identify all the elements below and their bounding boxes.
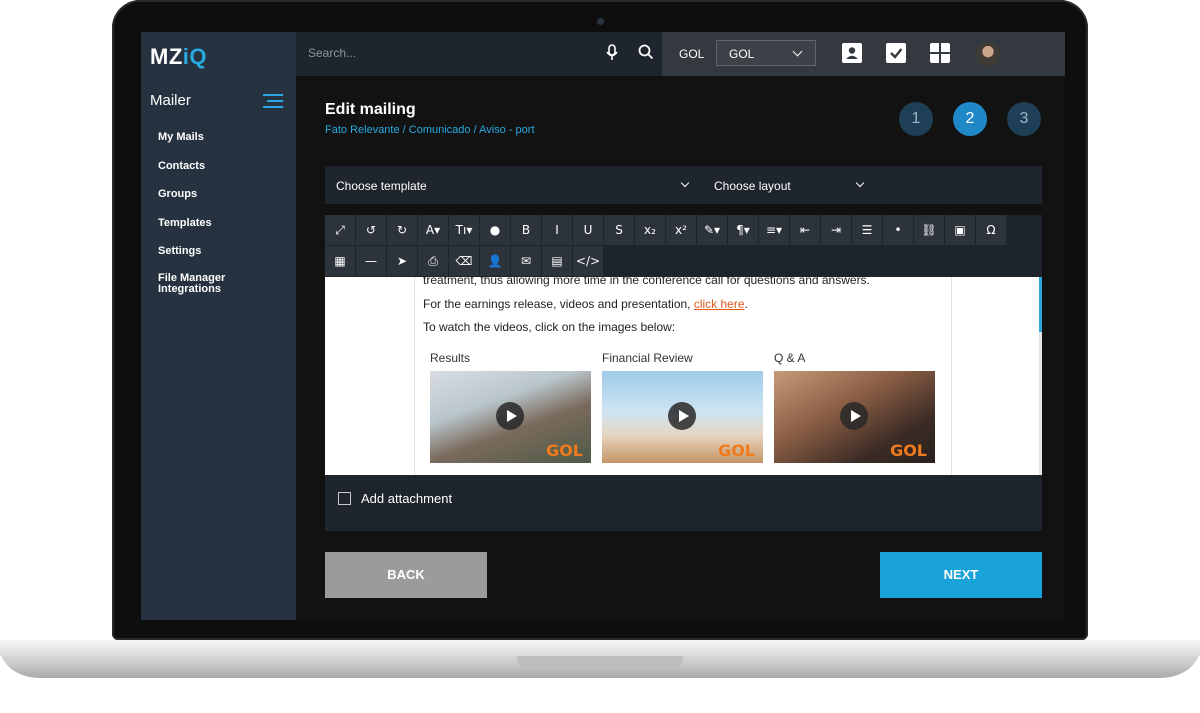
menu-toggle-icon[interactable]: [263, 94, 283, 110]
fullscreen-icon[interactable]: ⤢: [325, 215, 355, 245]
table-icon[interactable]: ▦: [325, 246, 355, 276]
play-icon[interactable]: [840, 402, 868, 430]
indent-icon[interactable]: ⇥: [821, 215, 851, 245]
video-title: Q & A: [774, 351, 806, 365]
step-1[interactable]: 1: [899, 102, 933, 136]
step-3[interactable]: 3: [1007, 102, 1041, 136]
code-view-icon[interactable]: </>: [573, 246, 603, 276]
camera-icon: [597, 18, 604, 25]
unordered-list-icon[interactable]: •: [883, 215, 913, 245]
sidebar-item-file-manager[interactable]: File Manager Integrations: [158, 272, 225, 302]
email-icon[interactable]: ✉: [511, 246, 541, 276]
font-size-icon[interactable]: Tı▾: [449, 215, 479, 245]
play-icon[interactable]: [668, 402, 696, 430]
company-select[interactable]: GOL: [716, 40, 816, 66]
print-icon[interactable]: ⎙: [418, 246, 448, 276]
clear-format-icon[interactable]: ⌫: [449, 246, 479, 276]
font-family-icon[interactable]: A▾: [418, 215, 448, 245]
page-title: Edit mailing: [325, 101, 416, 118]
video-thumbnail-qa[interactable]: GOL: [774, 371, 935, 463]
body-text-line: treatment, thus allowing more time in th…: [423, 277, 870, 287]
checkbox-icon[interactable]: [886, 43, 906, 63]
step-2[interactable]: 2: [953, 102, 987, 136]
bold-icon[interactable]: B: [511, 215, 541, 245]
insert-user-icon[interactable]: 👤: [480, 246, 510, 276]
breadcrumb[interactable]: Fato Relevante / Comunicado / Aviso - po…: [325, 124, 535, 136]
strikethrough-icon[interactable]: S: [604, 215, 634, 245]
sidebar-nav: My Mails Contacts Groups Templates Setti…: [158, 130, 225, 301]
outdent-icon[interactable]: ⇤: [790, 215, 820, 245]
brand-logo: GOL: [890, 441, 927, 460]
chevron-down-icon[interactable]: [855, 178, 865, 188]
search-icon[interactable]: [638, 44, 654, 60]
template-select[interactable]: Choose template: [336, 179, 427, 193]
image-icon[interactable]: ▣: [945, 215, 975, 245]
editor-toolbar: ⤢ ↺ ↻ A▾ Tı▾ ● B I U Sx₂ x² ✎▾ ¶▾ ≡▾ ⇤ ⇥ ☰ • ⛓ ▣ Ω ▦ — ➤ ⎙ ⌫ 👤 ✉ ▤ <…: [325, 215, 1042, 277]
brand-logo: GOL: [718, 441, 755, 460]
video-thumbnail-financial-review[interactable]: GOL: [602, 371, 763, 463]
app-logo[interactable]: MZiQ: [150, 44, 207, 70]
paragraph-icon[interactable]: ¶▾: [728, 215, 758, 245]
avatar[interactable]: [976, 42, 1000, 66]
subscript-icon[interactable]: x₂: [635, 215, 665, 245]
search-input[interactable]: Search...: [308, 46, 356, 60]
align-icon[interactable]: ≡▾: [759, 215, 789, 245]
main-content: Edit mailing Fato Relevante / Comunicado…: [296, 76, 1065, 620]
sidebar-item-groups[interactable]: Groups: [158, 187, 225, 216]
chevron-down-icon[interactable]: [680, 178, 690, 188]
editor-scrollbar[interactable]: [1039, 277, 1042, 475]
laptop-notch: [517, 656, 683, 668]
sidebar: MZiQ Mailer My Mails Contacts Groups Tem…: [141, 32, 296, 620]
layout-select[interactable]: Choose layout: [714, 179, 791, 193]
apps-grid-icon[interactable]: [930, 43, 950, 63]
back-button[interactable]: BACK: [325, 552, 487, 598]
laptop-base-lip: [0, 640, 1200, 656]
company-label: GOL: [679, 47, 705, 61]
body-text-line: To watch the videos, click on the images…: [423, 320, 676, 334]
chevron-down-icon: [792, 46, 803, 57]
sidebar-title: Mailer: [150, 92, 191, 109]
select-icon[interactable]: ➤: [387, 246, 417, 276]
video-title: Financial Review: [602, 351, 693, 365]
template-layout-bar: Choose template Choose layout: [325, 166, 1042, 204]
color-icon[interactable]: ●: [480, 215, 510, 245]
toolbar-row-2: ▦ — ➤ ⎙ ⌫ 👤 ✉ ▤ </>: [325, 246, 604, 277]
video-title: Results: [430, 351, 471, 365]
attachment-bar: Add attachment: [325, 475, 1042, 531]
top-bar: Search... GOL GOL: [296, 32, 1065, 76]
sidebar-item-my-mails[interactable]: My Mails: [158, 130, 225, 159]
play-icon[interactable]: [496, 402, 524, 430]
undo-icon[interactable]: ↺: [356, 215, 386, 245]
contact-card-icon[interactable]: [842, 43, 862, 63]
template-icon[interactable]: ▤: [542, 246, 572, 276]
rich-text-editor[interactable]: treatment, thus allowing more time in th…: [325, 277, 1042, 475]
click-here-link[interactable]: click here: [694, 297, 745, 311]
ordered-list-icon[interactable]: ☰: [852, 215, 882, 245]
superscript-icon[interactable]: x²: [666, 215, 696, 245]
special-char-icon[interactable]: Ω: [976, 215, 1006, 245]
italic-icon[interactable]: I: [542, 215, 572, 245]
add-attachment-label[interactable]: Add attachment: [361, 491, 452, 506]
sidebar-item-settings[interactable]: Settings: [158, 244, 225, 273]
email-document[interactable]: treatment, thus allowing more time in th…: [414, 277, 952, 475]
header-actions: GOL GOL: [662, 32, 1065, 76]
style-icon[interactable]: ✎▾: [697, 215, 727, 245]
add-attachment-checkbox[interactable]: [338, 492, 351, 505]
video-thumbnail-results[interactable]: GOL: [430, 371, 591, 463]
horizontal-rule-icon[interactable]: —: [356, 246, 386, 276]
brand-logo: GOL: [546, 441, 583, 460]
body-text-line: For the earnings release, videos and pre…: [423, 297, 748, 311]
toolbar-row-1: ⤢ ↺ ↻ A▾ Tı▾ ● B I U Sx₂ x² ✎▾ ¶▾ ≡▾ ⇤ ⇥ ☰ • ⛓ ▣ Ω: [325, 215, 1007, 246]
next-button[interactable]: NEXT: [880, 552, 1042, 598]
microphone-icon[interactable]: [606, 44, 618, 62]
underline-icon[interactable]: U: [573, 215, 603, 245]
sidebar-item-contacts[interactable]: Contacts: [158, 159, 225, 188]
screen: MZiQ Mailer My Mails Contacts Groups Tem…: [141, 32, 1065, 620]
sidebar-item-templates[interactable]: Templates: [158, 216, 225, 245]
link-icon[interactable]: ⛓: [914, 215, 944, 245]
redo-icon[interactable]: ↻: [387, 215, 417, 245]
